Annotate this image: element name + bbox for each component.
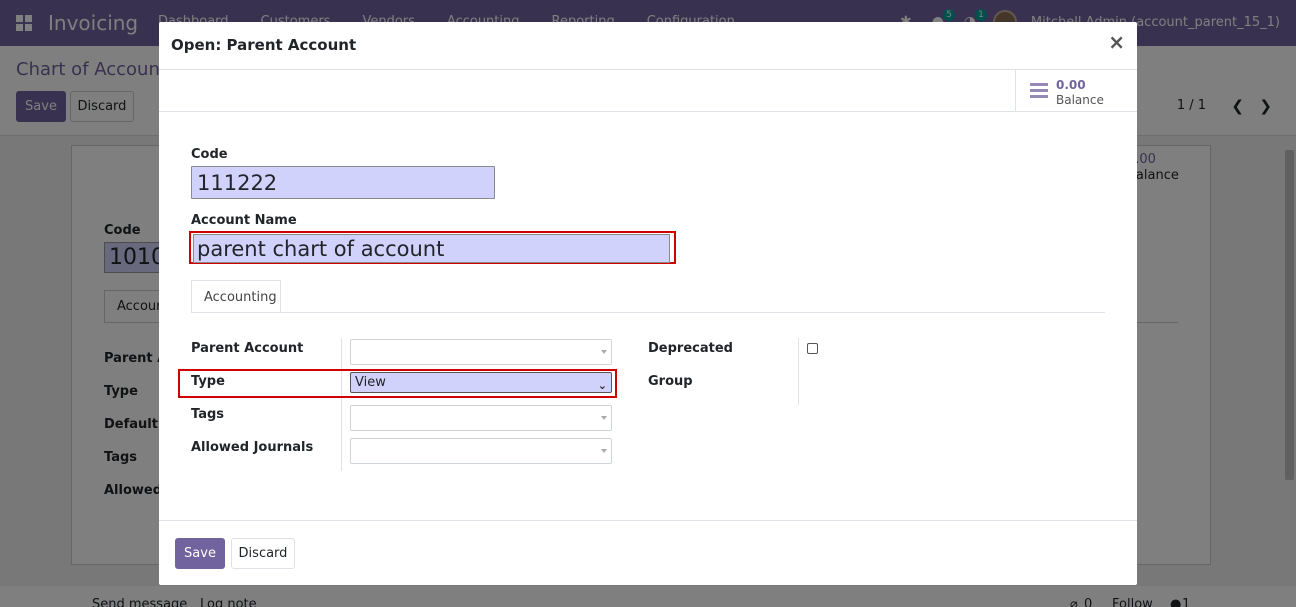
- close-icon[interactable]: ×: [1108, 32, 1125, 52]
- tags-label: Tags: [191, 407, 225, 422]
- chevron-down-icon: ⌄: [597, 379, 607, 392]
- save-button[interactable]: Save: [175, 538, 225, 569]
- smart-button-box: 0.00 Balance: [159, 70, 1137, 112]
- allowed-journals-label: Allowed Journals: [191, 440, 314, 455]
- dialog-footer: Save Discard: [159, 520, 1137, 585]
- account-name-label: Account Name: [191, 213, 297, 228]
- tab-divider: [191, 312, 1105, 313]
- balance-value: 0.00: [1056, 78, 1086, 92]
- deprecated-checkbox[interactable]: [807, 343, 818, 354]
- parent-account-label: Parent Account: [191, 341, 304, 356]
- type-selected-value: View: [355, 375, 386, 390]
- dialog-title: Open: Parent Account: [171, 36, 357, 54]
- account-name-input[interactable]: [193, 234, 670, 263]
- code-label: Code: [191, 147, 228, 162]
- balance-stat-button[interactable]: 0.00 Balance: [1015, 70, 1137, 112]
- parent-account-input[interactable]: [350, 339, 612, 365]
- tab-accounting[interactable]: Accounting: [191, 280, 281, 313]
- allowed-journals-input[interactable]: [350, 438, 612, 464]
- right-label-column-divider: [798, 338, 799, 405]
- caret-down-icon: [601, 416, 607, 420]
- parent-account-dialog: Open: Parent Account × 0.00 Balance Code…: [159, 22, 1137, 585]
- dialog-header: Open: Parent Account ×: [159, 22, 1137, 70]
- caret-down-icon: [601, 449, 607, 453]
- account-name-highlight: [189, 231, 676, 264]
- caret-down-icon: [601, 350, 607, 354]
- balance-label: Balance: [1056, 93, 1104, 107]
- tags-input[interactable]: [350, 405, 612, 431]
- deprecated-label: Deprecated: [648, 341, 733, 356]
- type-select[interactable]: View ⌄: [350, 372, 612, 393]
- group-label: Group: [648, 374, 693, 389]
- label-column-divider: [341, 338, 342, 471]
- discard-button[interactable]: Discard: [231, 538, 295, 569]
- code-input[interactable]: [191, 166, 495, 199]
- bars-icon: [1030, 83, 1048, 99]
